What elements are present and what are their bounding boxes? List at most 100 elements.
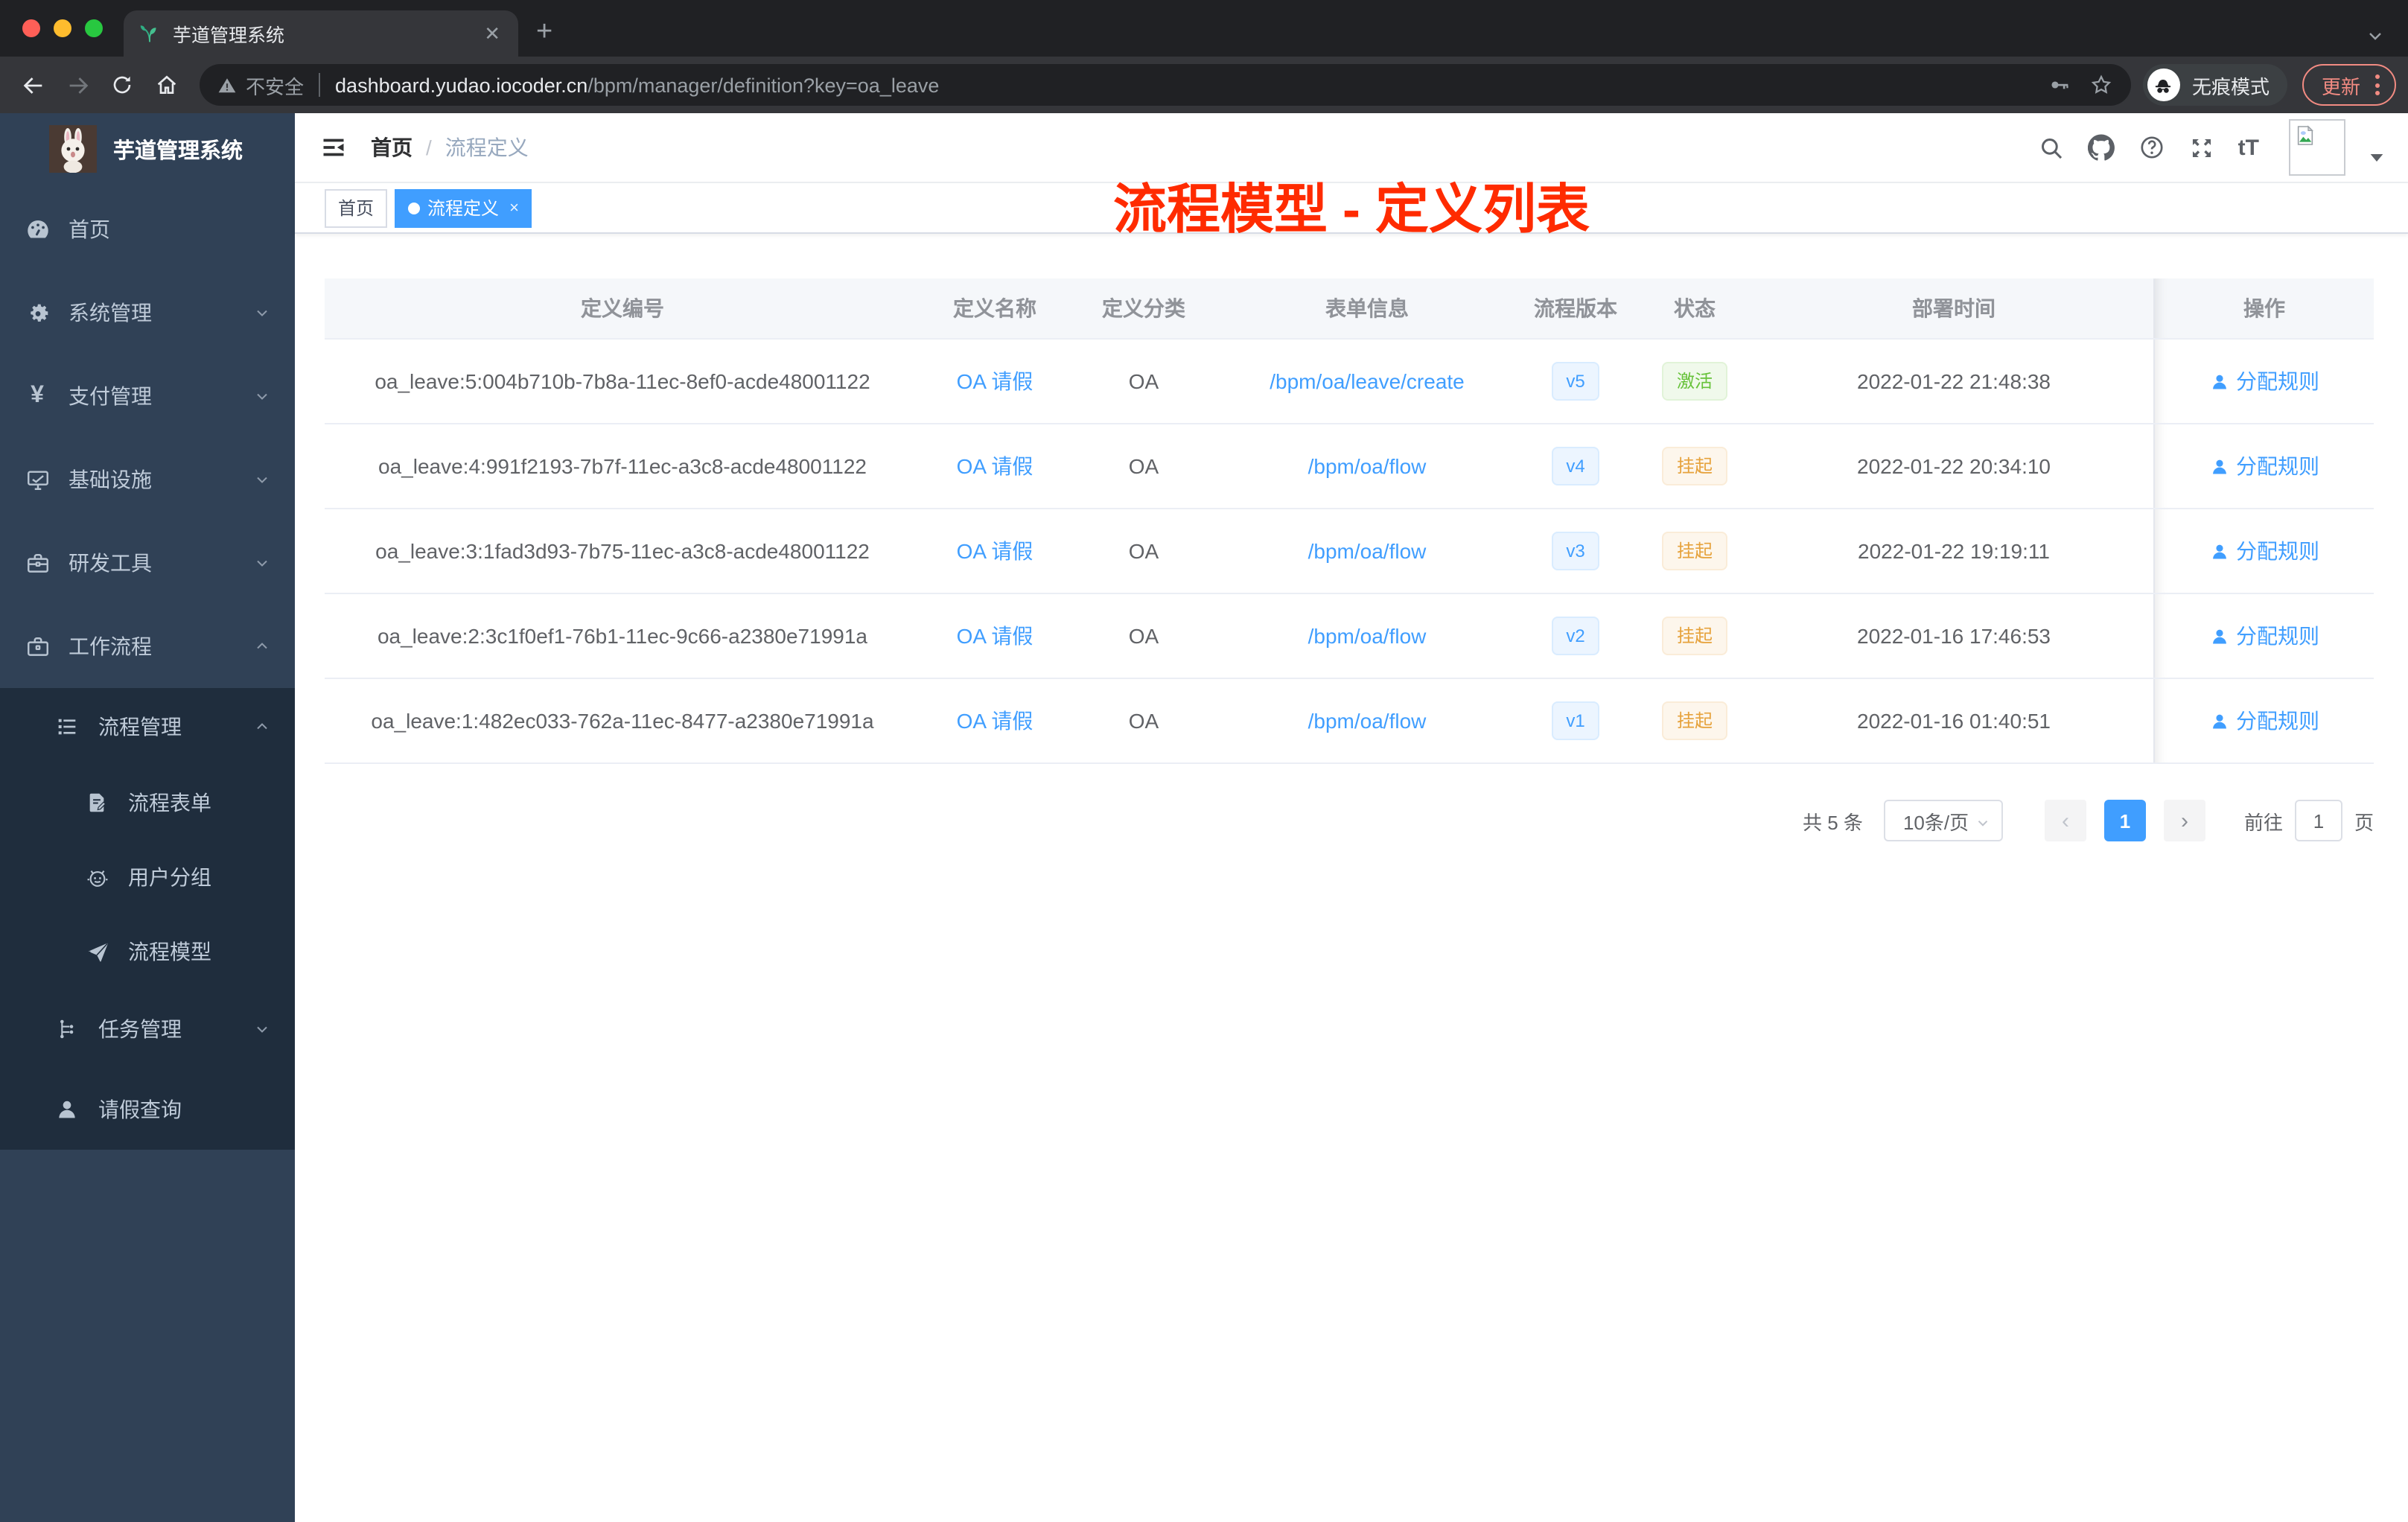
help-question-icon[interactable] — [2138, 134, 2165, 161]
incognito-label: 无痕模式 — [2191, 75, 2270, 98]
url-text[interactable]: dashboard.yudao.iocoder.cn/bpm/manager/d… — [335, 74, 2033, 96]
sidebar-logo[interactable]: 芋道管理系统 — [0, 113, 295, 185]
browser-toolbar: 不安全 dashboard.yudao.iocoder.cn/bpm/manag… — [0, 57, 2408, 113]
tag-close-icon[interactable]: × — [509, 199, 519, 217]
definition-name-link[interactable]: OA 请假 — [957, 451, 1033, 481]
definition-name-link[interactable]: OA 请假 — [957, 366, 1033, 396]
sidebar-item-process-management[interactable]: 流程管理 — [0, 688, 295, 765]
table-row: oa_leave:5:004b710b-7b8a-11ec-8ef0-acde4… — [325, 340, 2374, 424]
sidebar-item-dev-tools[interactable]: 研发工具 — [0, 521, 295, 605]
sidebar-item-label: 流程管理 — [98, 715, 182, 739]
definition-id: oa_leave:5:004b710b-7b8a-11ec-8ef0-acde4… — [375, 369, 870, 393]
back-button[interactable] — [12, 64, 54, 106]
next-page-button[interactable]: › — [2163, 800, 2205, 841]
github-icon[interactable] — [2087, 134, 2115, 161]
browser-menu-icon[interactable] — [2375, 74, 2380, 95]
form-link[interactable]: /bpm/oa/flow — [1308, 709, 1427, 733]
definition-name-link[interactable]: OA 请假 — [957, 536, 1033, 566]
dashboard-icon — [24, 217, 51, 242]
form-link[interactable]: /bpm/oa/flow — [1308, 539, 1427, 563]
active-dot — [408, 202, 421, 214]
breadcrumb-home[interactable]: 首页 — [371, 133, 413, 162]
tab-search-chevron-icon[interactable] — [2366, 27, 2384, 45]
window-controls — [0, 0, 124, 57]
sidebar-item-payment[interactable]: ¥ 支付管理 — [0, 354, 295, 438]
new-tab-button[interactable]: + — [536, 16, 552, 49]
site-security[interactable]: 不安全 — [217, 71, 304, 99]
tag-label: 流程定义 — [427, 198, 500, 219]
total-count: 共 5 条 — [1803, 811, 1863, 833]
avatar-dropdown-caret-icon[interactable] — [2369, 152, 2384, 164]
definition-id: oa_leave:4:991f2193-7b7f-11ec-a3c8-acde4… — [378, 454, 867, 478]
definition-category: OA — [1128, 454, 1159, 478]
column-header: 定义分类 — [1102, 296, 1185, 320]
assign-rule-button[interactable]: 分配规则 — [2209, 706, 2319, 736]
deploy-time: 2022-01-16 17:46:53 — [1857, 624, 2051, 648]
assign-rule-button[interactable]: 分配规则 — [2209, 536, 2319, 566]
tab-close-icon[interactable]: ✕ — [481, 21, 503, 46]
sidebar-item-infrastructure[interactable]: 基础设施 — [0, 438, 295, 521]
page-size-select[interactable]: 10条/页 — [1883, 800, 2003, 841]
warning-triangle-icon — [218, 77, 236, 92]
column-header: 操作 — [2153, 278, 2374, 338]
url-path: /bpm/manager/definition?key=oa_leave — [587, 74, 940, 96]
form-link[interactable]: /bpm/oa/leave/create — [1270, 369, 1465, 393]
window-close-button[interactable] — [22, 19, 40, 37]
breadcrumb-current: 流程定义 — [445, 136, 529, 159]
assign-rule-button[interactable]: 分配规则 — [2209, 366, 2319, 396]
forward-button[interactable] — [57, 64, 98, 106]
sidebar-item-process-model[interactable]: 流程模型 — [0, 914, 295, 989]
tags-view-bar: 首页 流程定义 × — [295, 183, 2408, 234]
avatar[interactable] — [2289, 119, 2345, 176]
form-link[interactable]: /bpm/oa/flow — [1308, 624, 1427, 648]
user-icon — [2212, 374, 2226, 389]
sidebar-item-label: 流程模型 — [128, 940, 211, 964]
sidebar-item-task-management[interactable]: 任务管理 — [0, 989, 295, 1069]
font-size-icon[interactable]: tT — [2238, 135, 2259, 160]
sidebar-item-user-group[interactable]: 用户分组 — [0, 840, 295, 914]
assign-rule-button[interactable]: 分配规则 — [2209, 621, 2319, 651]
prev-page-button[interactable]: ‹ — [2044, 800, 2086, 841]
url-host: dashboard.yudao.iocoder.cn — [335, 74, 588, 96]
window-minimize-button[interactable] — [54, 19, 71, 37]
page-size-value: 10条/页 — [1902, 811, 1969, 833]
browser-tabstrip: 芋道管理系统 ✕ + — [0, 0, 2408, 57]
window-zoom-button[interactable] — [85, 19, 103, 37]
password-key-icon[interactable] — [2048, 73, 2071, 97]
version-badge: v4 — [1551, 447, 1600, 485]
status-badge: 挂起 — [1661, 447, 1727, 485]
workflow-submenu: 流程管理 流程表单 用户分组 流程模型 任务管理 请假查询 — [0, 688, 295, 1150]
current-page-button[interactable]: 1 — [2103, 800, 2146, 841]
chevron-down-icon — [253, 1020, 271, 1038]
goto-page-input[interactable] — [2294, 800, 2342, 841]
url-bar[interactable]: 不安全 dashboard.yudao.iocoder.cn/bpm/manag… — [200, 64, 2131, 106]
definition-category: OA — [1128, 709, 1159, 733]
user-icon — [54, 1098, 80, 1121]
chevron-down-icon — [253, 387, 271, 405]
reload-button[interactable] — [101, 64, 143, 106]
search-icon[interactable] — [2039, 135, 2064, 160]
assign-rule-button[interactable]: 分配规则 — [2209, 451, 2319, 481]
definition-name-link[interactable]: OA 请假 — [957, 621, 1033, 651]
sidebar-item-leave-query[interactable]: 请假查询 — [0, 1069, 295, 1150]
sidebar-item-system[interactable]: 系统管理 — [0, 271, 295, 354]
definition-name-link[interactable]: OA 请假 — [957, 706, 1033, 736]
sidebar-nav: 首页 系统管理 ¥ 支付管理 基础设施 研发工具 工作流程 流程管理 流程表单 … — [0, 185, 295, 1150]
sidebar-fold-icon[interactable] — [320, 134, 347, 161]
column-header: 部署时间 — [1912, 296, 1995, 320]
form-link[interactable]: /bpm/oa/flow — [1308, 454, 1427, 478]
home-button[interactable] — [146, 64, 188, 106]
tag-home[interactable]: 首页 — [325, 188, 388, 227]
browser-tab[interactable]: 芋道管理系统 ✕ — [124, 10, 518, 57]
column-header: 流程版本 — [1534, 296, 1617, 320]
browser-update-button[interactable]: 更新 — [2302, 64, 2396, 106]
robot-face-icon — [83, 865, 110, 890]
column-header: 定义名称 — [953, 296, 1036, 320]
sidebar-item-process-form[interactable]: 流程表单 — [0, 765, 295, 840]
sidebar-item-workflow[interactable]: 工作流程 — [0, 605, 295, 688]
user-icon — [2212, 713, 2226, 728]
bookmark-star-icon[interactable] — [2089, 73, 2113, 97]
sidebar-item-home[interactable]: 首页 — [0, 188, 295, 271]
fullscreen-icon[interactable] — [2189, 135, 2214, 160]
tag-process-definition[interactable]: 流程定义 × — [395, 188, 532, 227]
